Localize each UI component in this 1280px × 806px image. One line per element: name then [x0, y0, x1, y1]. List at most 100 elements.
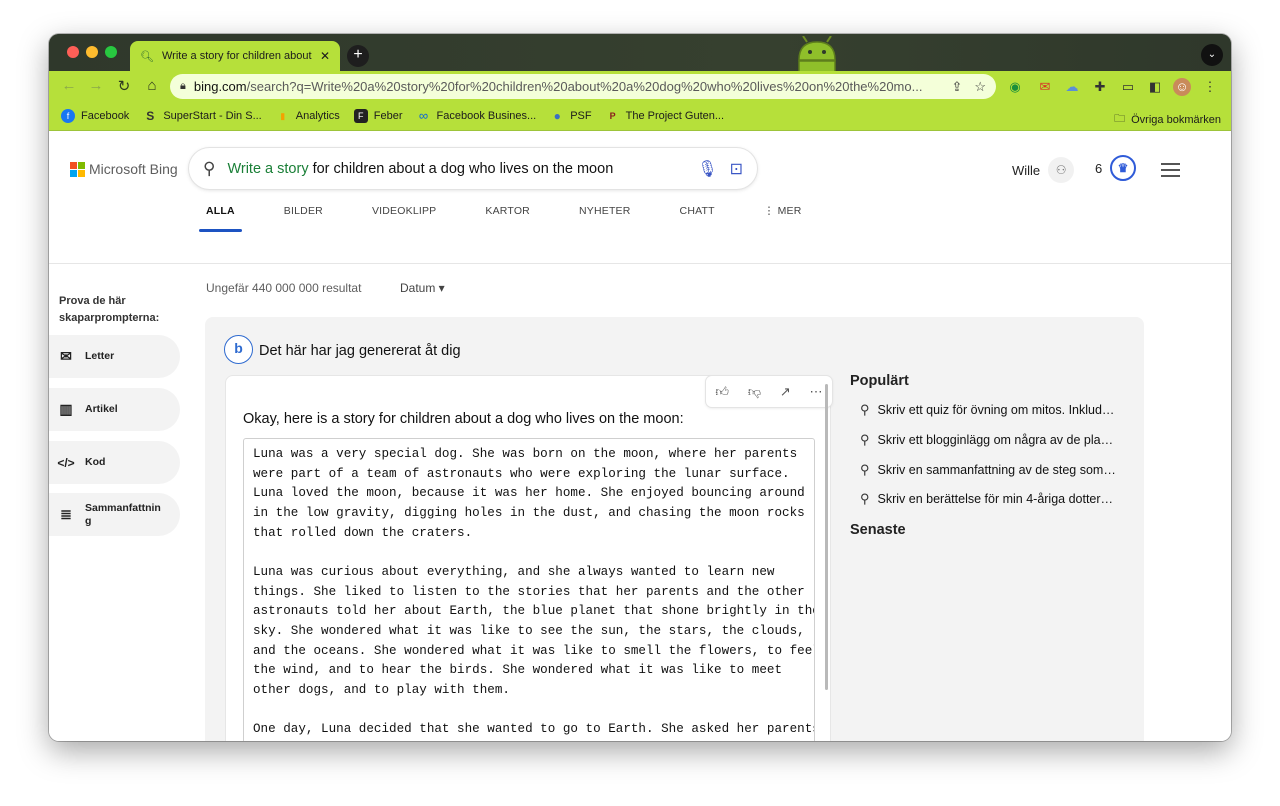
tab-strip: 🔍︎ Write a story for children about ✕ + …	[49, 34, 1231, 71]
search-nav-tabs: ALLA BILDER VIDEOKLIPP KARTOR NYHETER CH…	[199, 205, 844, 232]
popular-item[interactable]: ⚲ Skriv ett blogginlägg om några av de pl…	[860, 432, 1113, 448]
popular-item[interactable]: ⚲ Skriv en berättelse för min 4-åriga dot…	[860, 491, 1113, 507]
psf-icon: ●	[553, 109, 561, 123]
toolbar: ← → ↻ ⌂ 🔒︎ bing.com/search?q=Write%20a%2…	[49, 71, 1231, 102]
thumbs-up-icon[interactable]: 👍︎	[715, 384, 729, 400]
new-tab-button[interactable]: +	[347, 45, 369, 67]
nav-divider	[49, 263, 1231, 264]
tab-nyheter[interactable]: NYHETER	[572, 205, 638, 232]
gutenberg-icon: P	[609, 111, 616, 121]
analytics-icon: ▮	[280, 111, 286, 121]
hamburger-menu-icon[interactable]	[1161, 163, 1180, 181]
cast-icon[interactable]: ▭	[1119, 78, 1137, 96]
search-favicon-icon: 🔍︎	[140, 50, 154, 63]
gmail-icon[interactable]: ✉	[1036, 78, 1054, 96]
side-panel-icon[interactable]: ◧	[1146, 78, 1164, 96]
search-input[interactable]: Write a story for children about a dog w…	[227, 161, 685, 177]
popular-title: Populärt	[850, 373, 909, 389]
address-bar[interactable]: 🔒︎ bing.com/search?q=Write%20a%20story%2…	[170, 74, 996, 99]
sidebar-item-artikel[interactable]: ▥ Artikel	[49, 388, 180, 431]
answer-actions: 👍︎ 👎︎ ↗ ⋯	[706, 376, 832, 407]
bing-chat-icon: b	[224, 335, 253, 364]
bookmark-feber[interactable]: F Feber	[353, 109, 403, 123]
search-icon: ⚲	[860, 402, 870, 417]
browser-menu-icon[interactable]: ⋮	[1201, 78, 1219, 96]
results-count: Ungefär 440 000 000 resultat	[206, 281, 362, 295]
folder-icon: 🗀	[1114, 113, 1126, 125]
summary-icon: ≣	[60, 506, 72, 522]
forward-arrow-icon[interactable]: →	[86, 77, 106, 94]
bookmark-facebook[interactable]: f Facebook	[61, 109, 129, 123]
facebook-icon: f	[61, 109, 75, 123]
microsoft-logo-icon	[70, 161, 85, 177]
search-icon: ⚲	[860, 491, 870, 506]
tab-chatt[interactable]: CHATT	[673, 205, 722, 232]
user-account[interactable]: Wille ⚇	[1012, 157, 1075, 183]
active-tab[interactable]: 🔍︎ Write a story for children about ✕	[130, 41, 340, 71]
popular-item[interactable]: ⚲ Skriv ett quiz för övning om mitos. Ink…	[860, 402, 1114, 418]
microphone-icon[interactable]: 🎙︎	[697, 159, 717, 179]
home-icon[interactable]: ⌂	[142, 77, 162, 94]
more-options-icon[interactable]: ⋯	[810, 384, 823, 400]
extensions-puzzle-icon[interactable]: ✚	[1091, 78, 1109, 96]
code-icon: </>	[57, 455, 75, 470]
library-icon: ▥	[59, 401, 73, 417]
generated-answer-panel: b Det här har jag genererat åt dig 👍︎ 👎︎…	[205, 317, 1144, 741]
share-answer-icon[interactable]: ↗	[780, 384, 791, 400]
sidebar-item-kod[interactable]: </> Kod	[49, 441, 180, 484]
tab-kartor[interactable]: KARTOR	[478, 205, 537, 232]
back-arrow-icon[interactable]: ←	[59, 77, 79, 94]
profile-avatar-icon[interactable]: ☺	[1173, 78, 1191, 96]
search-icon: ⚲	[860, 462, 870, 477]
url-text: bing.com/search?q=Write%20a%20story%20fo…	[193, 79, 923, 94]
bing-logo[interactable]: Microsoft Bing	[70, 161, 178, 177]
answer-scrollbar[interactable]	[825, 384, 828, 690]
bookmark-project-gutenberg[interactable]: P The Project Guten...	[606, 109, 724, 123]
android-theme-icon	[798, 36, 836, 71]
bookmark-analytics[interactable]: ▮ Analytics	[276, 109, 340, 123]
rewards-points: 6	[1095, 161, 1103, 176]
sidebar-item-sammanfattning[interactable]: ≣ Sammanfattning	[49, 493, 180, 536]
popular-item[interactable]: ⚲ Skriv en sammanfattning av de steg som…	[860, 462, 1116, 478]
answer-intro: Okay, here is a story for children about…	[243, 411, 684, 427]
share-icon[interactable]: ⇪	[951, 79, 962, 95]
answer-card: 👍︎ 👎︎ ↗ ⋯ Okay, here is a story for chil…	[225, 375, 832, 741]
minimize-window-button[interactable]	[86, 46, 98, 58]
story-text: Luna was a very special dog. She was bor…	[243, 438, 815, 741]
lock-icon: 🔒︎	[180, 80, 186, 92]
feber-icon: F	[353, 109, 368, 123]
search-icon: ⚲	[203, 158, 216, 178]
generated-header: Det här har jag genererat åt dig	[259, 343, 461, 359]
visual-search-icon[interactable]: ⊡	[730, 159, 743, 179]
tab-title: Write a story for children about	[162, 50, 312, 62]
rewards-trophy-icon[interactable]: ♛	[1110, 155, 1136, 181]
tab-close-icon[interactable]: ✕	[320, 49, 330, 63]
tab-videoklipp[interactable]: VIDEOKLIPP	[365, 205, 443, 232]
date-filter-dropdown[interactable]: Datum ▾	[400, 281, 445, 295]
other-bookmarks[interactable]: 🗀 Övriga bokmärken	[1114, 110, 1221, 129]
user-avatar-icon: ⚇	[1048, 157, 1075, 183]
reload-icon[interactable]: ↻	[114, 77, 134, 95]
bookmark-star-icon[interactable]: ☆	[974, 79, 986, 95]
sidebar-title: Prova de här skaparprompterna:	[59, 295, 160, 324]
bookmarks-bar: f Facebook S SuperStart - Din S... ▮ Analyt…	[49, 102, 1231, 131]
search-icon: ⚲	[860, 432, 870, 447]
bookmark-facebook-business[interactable]: ∞ Facebook Busines...	[417, 109, 536, 123]
tab-alla[interactable]: ALLA	[199, 205, 242, 232]
close-window-button[interactable]	[67, 46, 79, 58]
thumbs-down-icon[interactable]: 👎︎	[748, 384, 761, 400]
maximize-window-button[interactable]	[105, 46, 117, 58]
extension-green-icon[interactable]: ◉	[1006, 78, 1024, 96]
browser-window: 🔍︎ Write a story for children about ✕ + …	[49, 34, 1231, 741]
envelope-icon: ✉	[60, 348, 72, 364]
tab-bilder[interactable]: BILDER	[277, 205, 330, 232]
bookmark-superstart[interactable]: S SuperStart - Din S...	[143, 109, 261, 123]
bing-page: Microsoft Bing ⚲ Write a story for child…	[49, 131, 1231, 741]
bookmark-psf[interactable]: ● PSF	[550, 109, 592, 123]
tab-search-chevron-icon[interactable]: ⌄	[1201, 44, 1223, 66]
extension-cloud-icon[interactable]: ☁	[1063, 78, 1081, 96]
tab-mer[interactable]: ⋮ MER	[757, 205, 809, 232]
sidebar-item-letter[interactable]: ✉ Letter	[49, 335, 180, 378]
search-box[interactable]: ⚲ Write a story for children about a dog…	[189, 148, 757, 189]
latest-title: Senaste	[850, 522, 906, 538]
